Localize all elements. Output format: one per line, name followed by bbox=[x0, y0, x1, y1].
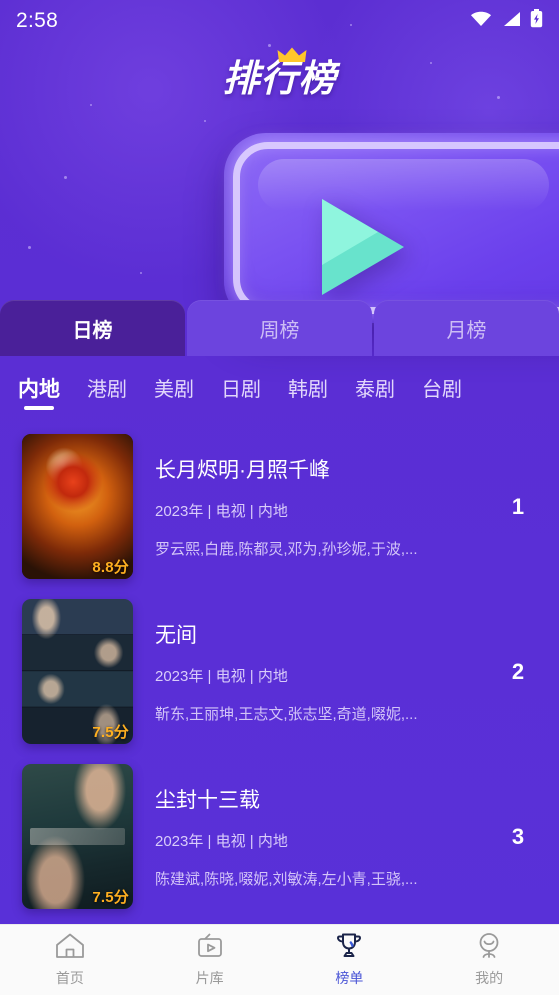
item-title: 长月烬明·月照千峰 bbox=[155, 459, 330, 482]
page-title: 排行榜 bbox=[0, 47, 559, 97]
poster-thumbnail[interactable]: 7.5分 bbox=[22, 599, 133, 744]
ranking-list: 8.8分 长月烬明·月照千峰 2023年 | 电视 | 内地 罗云熙,白鹿,陈都… bbox=[0, 424, 559, 924]
table-row[interactable]: 7.5分 无间 2023年 | 电视 | 内地 靳东,王丽坤,王志文,张志坚,奇… bbox=[0, 589, 559, 754]
row-info: 尘封十三载 2023年 | 电视 | 内地 陈建斌,陈晓,啜妮,刘敏涛,左小青,… bbox=[133, 784, 495, 889]
star-dot bbox=[140, 272, 142, 274]
table-row[interactable]: 8.8分 长月烬明·月照千峰 2023年 | 电视 | 内地 罗云熙,白鹿,陈都… bbox=[0, 424, 559, 589]
status-bar: 2:58 bbox=[0, 0, 559, 42]
tab-weekly[interactable]: 周榜 bbox=[187, 300, 372, 356]
nav-label-ranking: 榜单 bbox=[335, 970, 364, 986]
trophy-icon bbox=[334, 932, 364, 964]
category-tabs[interactable]: 内地 港剧 美剧 日剧 韩剧 泰剧 台剧 bbox=[0, 362, 559, 420]
status-badge: 7.5分 bbox=[92, 889, 129, 906]
item-meta: 2023年 | 电视 | 内地 bbox=[155, 833, 288, 850]
nav-label-home: 首页 bbox=[55, 970, 84, 986]
row-info: 长月烬明·月照千峰 2023年 | 电视 | 内地 罗云熙,白鹿,陈都灵,邓为,… bbox=[133, 454, 495, 559]
crown-icon bbox=[277, 47, 307, 69]
tab-monthly[interactable]: 月榜 bbox=[374, 300, 559, 356]
row-info: 无间 2023年 | 电视 | 内地 靳东,王丽坤,王志文,张志坚,奇道,啜妮,… bbox=[133, 619, 495, 724]
status-bar-clock: 2:58 bbox=[16, 9, 59, 32]
play-button-3d-icon bbox=[224, 133, 559, 323]
category-hongkong[interactable]: 港剧 bbox=[87, 373, 127, 409]
item-title: 尘封十三载 bbox=[155, 789, 260, 812]
tab-daily[interactable]: 日榜 bbox=[0, 300, 185, 356]
rank-number: 3 bbox=[511, 823, 525, 849]
ranking-page: 2:58 排行榜 日榜 周榜 月榜 内地 港剧 美剧 日剧 韩剧 泰剧 台剧 8… bbox=[0, 0, 559, 995]
nav-item-library[interactable]: 片库 bbox=[140, 932, 280, 988]
signal-icon bbox=[501, 11, 521, 32]
category-mainland[interactable]: 内地 bbox=[18, 373, 60, 410]
nav-item-home[interactable]: 首页 bbox=[0, 932, 140, 988]
star-dot bbox=[28, 246, 31, 249]
star-dot bbox=[204, 120, 206, 122]
status-badge: 8.8分 bbox=[92, 559, 129, 576]
item-cast: 靳东,王丽坤,王志文,张志坚,奇道,啜妮,... bbox=[155, 706, 418, 723]
tv-library-icon bbox=[195, 932, 225, 964]
nav-item-ranking[interactable]: 榜单 bbox=[280, 932, 420, 988]
category-japan[interactable]: 日剧 bbox=[221, 373, 261, 409]
item-title: 无间 bbox=[155, 624, 197, 647]
nav-label-library: 片库 bbox=[195, 970, 224, 986]
item-meta: 2023年 | 电视 | 内地 bbox=[155, 503, 288, 520]
category-taiwan[interactable]: 台剧 bbox=[422, 373, 462, 409]
rank-number: 1 bbox=[511, 493, 525, 519]
nav-item-profile[interactable]: 我的 bbox=[419, 932, 559, 988]
item-cast: 罗云熙,白鹿,陈都灵,邓为,孙珍妮,于波,... bbox=[155, 541, 418, 558]
status-bar-icons bbox=[470, 9, 543, 33]
battery-charging-icon bbox=[530, 9, 543, 33]
poster-thumbnail[interactable]: 7.5分 bbox=[22, 764, 133, 909]
item-cast: 陈建斌,陈晓,啜妮,刘敏涛,左小青,王骁,... bbox=[155, 871, 418, 888]
star-dot bbox=[64, 176, 67, 179]
bottom-navigation: 首页 片库 榜单 我的 bbox=[0, 924, 559, 995]
category-us[interactable]: 美剧 bbox=[154, 373, 194, 409]
category-korea[interactable]: 韩剧 bbox=[288, 373, 328, 409]
category-thailand[interactable]: 泰剧 bbox=[355, 373, 395, 409]
poster-thumbnail[interactable]: 8.8分 bbox=[22, 434, 133, 579]
table-row[interactable]: 7.5分 尘封十三载 2023年 | 电视 | 内地 陈建斌,陈晓,啜妮,刘敏涛… bbox=[0, 754, 559, 919]
star-dot bbox=[268, 44, 271, 47]
play-triangle-highlight bbox=[322, 199, 378, 265]
item-meta: 2023年 | 电视 | 内地 bbox=[155, 668, 288, 685]
user-icon bbox=[474, 932, 504, 964]
wifi-icon bbox=[470, 11, 492, 32]
period-tabs: 日榜 周榜 月榜 bbox=[0, 300, 559, 356]
nav-label-profile: 我的 bbox=[475, 970, 504, 986]
home-icon bbox=[55, 932, 85, 964]
status-badge: 7.5分 bbox=[92, 724, 129, 741]
star-dot bbox=[90, 104, 92, 106]
rank-number: 2 bbox=[511, 658, 525, 684]
